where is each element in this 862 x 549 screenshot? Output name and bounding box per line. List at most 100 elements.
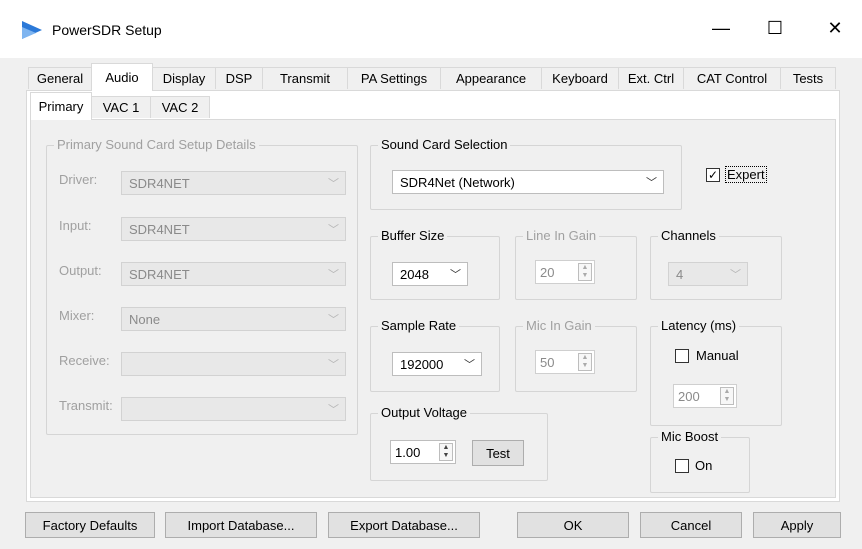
mic-in-gain-spinner[interactable]: 50 ▲ ▼ — [535, 350, 595, 374]
tab-general[interactable]: General — [28, 67, 92, 89]
line-in-gain-spinner[interactable]: 20 ▲ ▼ — [535, 260, 595, 284]
buffer-size-value: 2048 — [400, 266, 429, 282]
ok-button[interactable]: OK — [517, 512, 629, 538]
expert-checkbox[interactable]: ✓ — [706, 168, 720, 182]
mic-boost-label: On — [695, 458, 713, 473]
tab-dsp[interactable]: DSP — [215, 67, 263, 89]
latency-spinner[interactable]: 200 ▲ ▼ — [673, 384, 737, 408]
output-label: Output: — [59, 263, 102, 278]
maximize-button[interactable]: ☐ — [752, 10, 798, 46]
minimize-button[interactable]: — — [698, 10, 744, 46]
tab-pa-settings[interactable]: PA Settings — [347, 67, 441, 89]
powersdr-app-icon — [22, 21, 42, 39]
tab-keyboard[interactable]: Keyboard — [541, 67, 619, 89]
tab-cat-control[interactable]: CAT Control — [683, 67, 781, 89]
input-select[interactable]: SDR4NET ﹀ — [121, 217, 346, 241]
driver-select[interactable]: SDR4NET ﹀ — [121, 171, 346, 195]
subtab-primary[interactable]: Primary — [30, 92, 92, 120]
transmit-label: Transmit: — [59, 398, 113, 413]
mic-in-gain-title: Mic In Gain — [523, 318, 595, 333]
arrow-up-icon: ▲ — [723, 388, 731, 395]
sound-card-select[interactable]: SDR4Net (Network) ﹀ — [392, 170, 664, 194]
arrow-down-icon: ▼ — [581, 272, 589, 279]
tab-display[interactable]: Display — [152, 67, 216, 89]
minimize-icon: — — [712, 17, 730, 38]
cancel-button[interactable]: Cancel — [640, 512, 742, 538]
sample-rate-select[interactable]: 192000 ﹀ — [392, 352, 482, 376]
receive-label: Receive: — [59, 353, 110, 368]
arrow-down-icon: ▼ — [723, 396, 731, 403]
mixer-select[interactable]: None ﹀ — [121, 307, 346, 331]
sound-card-value: SDR4Net (Network) — [400, 174, 515, 190]
sample-rate-title: Sample Rate — [378, 318, 460, 333]
mic-in-gain-value: 50 — [540, 354, 555, 370]
manual-latency-label: Manual — [696, 348, 739, 363]
driver-label: Driver: — [59, 172, 98, 187]
driver-value: SDR4NET — [129, 175, 190, 191]
channels-title: Channels — [658, 228, 719, 243]
sample-rate-value: 192000 — [400, 356, 444, 372]
subtab-vac2[interactable]: VAC 2 — [150, 96, 210, 118]
tab-transmit[interactable]: Transmit — [262, 67, 348, 89]
arrow-up-icon: ▲ — [581, 264, 589, 271]
maximize-icon: ☐ — [766, 17, 784, 38]
chevron-down-icon: ﹀ — [646, 177, 657, 189]
arrow-down-icon: ▼ — [442, 452, 450, 459]
window-title: PowerSDR Setup — [52, 22, 162, 38]
output-voltage-spinner[interactable]: 1.00 ▲ ▼ — [390, 440, 456, 464]
factory-defaults-button[interactable]: Factory Defaults — [25, 512, 155, 538]
input-value: SDR4NET — [129, 221, 190, 237]
latency-title: Latency (ms) — [658, 318, 740, 333]
buffer-size-title: Buffer Size — [378, 228, 448, 243]
chevron-down-icon: ﹀ — [328, 404, 339, 416]
subtab-vac1[interactable]: VAC 1 — [91, 96, 151, 118]
apply-button[interactable]: Apply — [753, 512, 841, 538]
input-label: Input: — [59, 218, 92, 233]
mixer-value: None — [129, 311, 161, 327]
receive-select[interactable]: ﹀ — [121, 352, 346, 376]
tab-audio[interactable]: Audio — [91, 63, 153, 91]
transmit-select[interactable]: ﹀ — [121, 397, 346, 421]
export-database-button[interactable]: Export Database... — [328, 512, 480, 538]
buffer-size-select[interactable]: 2048 ﹀ — [392, 262, 468, 286]
tab-tests[interactable]: Tests — [780, 67, 836, 89]
spinner-buttons[interactable]: ▲ ▼ — [439, 443, 453, 461]
primary-group-title: Primary Sound Card Setup Details — [54, 137, 259, 152]
chevron-down-icon: ﹀ — [328, 269, 339, 281]
output-value: SDR4NET — [129, 266, 190, 282]
arrow-up-icon: ▲ — [442, 444, 450, 451]
latency-group — [650, 326, 782, 426]
test-button[interactable]: Test — [472, 440, 524, 466]
output-voltage-title: Output Voltage — [378, 405, 471, 420]
close-button[interactable]: ✕ — [812, 10, 858, 46]
spinner-buttons[interactable]: ▲ ▼ — [578, 353, 592, 371]
spinner-buttons[interactable]: ▲ ▼ — [578, 263, 592, 281]
arrow-up-icon: ▲ — [581, 354, 589, 361]
spinner-buttons[interactable]: ▲ ▼ — [720, 387, 734, 405]
sound-card-selection-title: Sound Card Selection — [378, 137, 511, 152]
latency-value: 200 — [678, 388, 700, 404]
chevron-down-icon: ﹀ — [328, 224, 339, 236]
chevron-down-icon: ﹀ — [730, 269, 741, 281]
channels-value: 4 — [676, 266, 684, 282]
mic-boost-checkbox[interactable] — [675, 459, 689, 473]
chevron-down-icon: ﹀ — [328, 359, 339, 371]
chevron-down-icon: ﹀ — [464, 359, 475, 371]
output-select[interactable]: SDR4NET ﹀ — [121, 262, 346, 286]
import-database-button[interactable]: Import Database... — [165, 512, 317, 538]
manual-latency-checkbox[interactable] — [675, 349, 689, 363]
arrow-down-icon: ▼ — [581, 362, 589, 369]
line-in-gain-value: 20 — [540, 264, 555, 280]
mic-boost-title: Mic Boost — [658, 429, 722, 444]
chevron-down-icon: ﹀ — [450, 269, 461, 281]
chevron-down-icon: ﹀ — [328, 314, 339, 326]
chevron-down-icon: ﹀ — [328, 178, 339, 190]
mixer-label: Mixer: — [59, 308, 95, 323]
output-voltage-value: 1.00 — [395, 444, 421, 460]
channels-select[interactable]: 4 ﹀ — [668, 262, 748, 286]
close-icon: ✕ — [827, 17, 843, 38]
tab-appearance[interactable]: Appearance — [440, 67, 542, 89]
expert-label: Expert — [725, 166, 767, 183]
tab-ext-ctrl[interactable]: Ext. Ctrl — [618, 67, 684, 89]
line-in-gain-title: Line In Gain — [523, 228, 600, 243]
